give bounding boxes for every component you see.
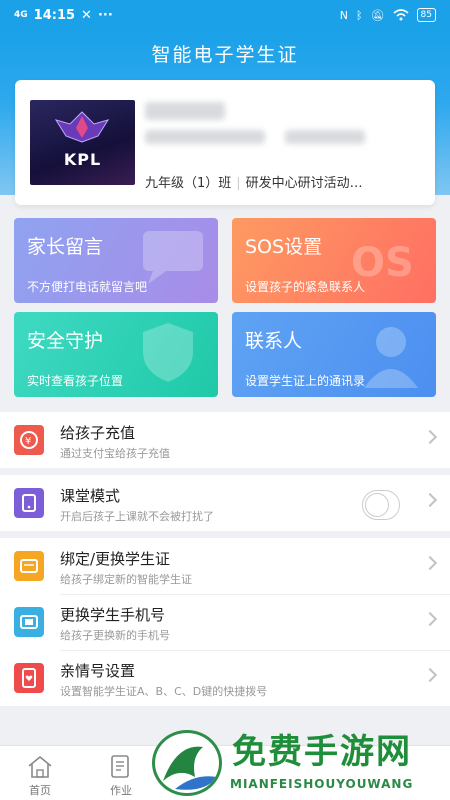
tile-sos-settings[interactable]: OS SOS设置 设置孩子的紧急联系人 bbox=[232, 218, 436, 303]
chevron-right-icon bbox=[422, 492, 438, 508]
toggle-knob bbox=[365, 493, 389, 517]
feature-tiles: 家长留言 不方便打电话就留言吧 OS SOS设置 设置孩子的紧急联系人 安全守护… bbox=[0, 205, 450, 405]
status-bar: 4G 14:15 ✕ ··· N ᛒ 🔕︎ 85 bbox=[0, 0, 450, 30]
watermark-subtitle: MIANFEISHOUYOUWANG bbox=[230, 777, 414, 791]
tile-subtitle: 设置孩子的紧急联系人 bbox=[245, 280, 366, 294]
student-name-redacted bbox=[145, 102, 225, 120]
chevron-right-icon bbox=[422, 611, 438, 627]
tile-safety-guard[interactable]: 安全守护 实时查看孩子位置 bbox=[14, 312, 218, 397]
more-icon: ··· bbox=[97, 7, 113, 23]
tools-icon: ✕ bbox=[81, 7, 92, 23]
chevron-right-icon bbox=[422, 429, 438, 445]
watermark-title: 免费手游网 bbox=[232, 732, 412, 772]
menu-item-class-mode[interactable]: 课堂模式 开启后孩子上课就不会被打扰了 bbox=[0, 475, 450, 531]
status-time: 14:15 bbox=[33, 7, 76, 23]
student-id-redacted bbox=[145, 130, 265, 144]
chevron-right-icon bbox=[422, 667, 438, 683]
tile-title: 家长留言 bbox=[27, 236, 104, 258]
menu-group-class-mode: 课堂模式 开启后孩子上课就不会被打扰了 bbox=[0, 475, 450, 531]
tile-subtitle: 不方便打电话就留言吧 bbox=[27, 280, 148, 294]
tab-home[interactable]: 首页 bbox=[10, 746, 70, 800]
tile-subtitle: 设置学生证上的通讯录 bbox=[245, 374, 366, 388]
menu-title: 课堂模式 bbox=[60, 487, 121, 505]
tile-subtitle: 实时查看孩子位置 bbox=[27, 374, 124, 388]
separator: | bbox=[236, 176, 241, 191]
watermark: 免费手游网 MIANFEISHOUYOUWANG bbox=[152, 722, 450, 800]
recharge-icon: ¥ bbox=[14, 425, 44, 455]
nfc-icon: N bbox=[339, 8, 348, 22]
page-title: 智能电子学生证 bbox=[151, 44, 299, 66]
mute-icon: 🔕︎ bbox=[370, 8, 385, 22]
tile-contacts[interactable]: 联系人 设置学生证上的通讯录 bbox=[232, 312, 436, 397]
menu-group-device: 绑定/更换学生证 给孩子绑定新的智能学生证 更换学生手机号 给孩子更换新的手机号… bbox=[0, 538, 450, 706]
menu-title: 绑定/更换学生证 bbox=[60, 550, 171, 568]
chevron-right-icon bbox=[422, 555, 438, 571]
homework-icon bbox=[111, 755, 129, 778]
menu-subtitle: 开启后孩子上课就不会被打扰了 bbox=[60, 510, 214, 523]
menu-group-recharge: ¥ 给孩子充值 通过支付宝给孩子充值 bbox=[0, 412, 450, 468]
battery-icon: 85 bbox=[416, 8, 436, 22]
status-right: N ᛒ 🔕︎ 85 bbox=[340, 8, 436, 22]
menu-item-family-number[interactable]: 亲情号设置 设置智能学生证A、B、C、D键的快捷拨号 bbox=[0, 650, 450, 706]
heart-phone-icon bbox=[14, 663, 44, 693]
menu-subtitle: 给孩子更换新的手机号 bbox=[60, 629, 170, 642]
tab-homework[interactable]: 作业 bbox=[91, 746, 151, 800]
tile-title: SOS设置 bbox=[245, 236, 323, 258]
menu-subtitle: 设置智能学生证A、B、C、D键的快捷拨号 bbox=[60, 685, 268, 698]
watermark-logo-icon bbox=[152, 730, 222, 796]
menu-title: 给孩子充值 bbox=[60, 424, 136, 442]
wifi-icon bbox=[393, 9, 409, 21]
tab-label: 首页 bbox=[29, 784, 51, 797]
student-phone-redacted bbox=[285, 130, 365, 144]
tab-label: 作业 bbox=[110, 784, 132, 797]
class-mode-toggle[interactable] bbox=[362, 490, 400, 520]
class-name: 九年级（1）班 bbox=[145, 176, 232, 191]
student-profile-card[interactable]: KPL 九年级（1）班 | 研发中心研讨活动… bbox=[15, 80, 435, 205]
tile-title: 安全守护 bbox=[27, 330, 104, 352]
menu-title: 更换学生手机号 bbox=[60, 606, 166, 624]
home-icon bbox=[28, 755, 52, 778]
menu-item-recharge[interactable]: ¥ 给孩子充值 通过支付宝给孩子充值 bbox=[0, 412, 450, 468]
menu-item-bind-card[interactable]: 绑定/更换学生证 给孩子绑定新的智能学生证 bbox=[0, 538, 450, 594]
shield-icon bbox=[143, 323, 193, 382]
svg-text:¥: ¥ bbox=[25, 436, 31, 447]
kpl-logo-icon bbox=[54, 111, 110, 143]
tile-title: 联系人 bbox=[245, 330, 303, 352]
tile-parent-message[interactable]: 家长留言 不方便打电话就留言吧 bbox=[14, 218, 218, 303]
person-icon bbox=[364, 327, 418, 388]
sim-card-icon bbox=[14, 607, 44, 637]
signal-indicator: 4G bbox=[14, 10, 28, 20]
class-info: 九年级（1）班 | 研发中心研讨活动… bbox=[145, 172, 363, 191]
avatar[interactable]: KPL bbox=[30, 100, 135, 185]
message-icon bbox=[143, 231, 203, 284]
menu-title: 亲情号设置 bbox=[60, 662, 136, 680]
menu-item-change-phone[interactable]: 更换学生手机号 给孩子更换新的手机号 bbox=[0, 594, 450, 650]
menu-subtitle: 给孩子绑定新的智能学生证 bbox=[60, 573, 192, 586]
activity-text: 研发中心研讨活动… bbox=[245, 176, 363, 191]
avatar-text: KPL bbox=[63, 150, 102, 169]
phone-mode-icon bbox=[14, 488, 44, 518]
status-left: 4G 14:15 ✕ ··· bbox=[14, 8, 113, 23]
card-icon bbox=[14, 551, 44, 581]
bluetooth-icon: ᛒ bbox=[355, 8, 363, 22]
menu-subtitle: 通过支付宝给孩子充值 bbox=[60, 447, 170, 460]
